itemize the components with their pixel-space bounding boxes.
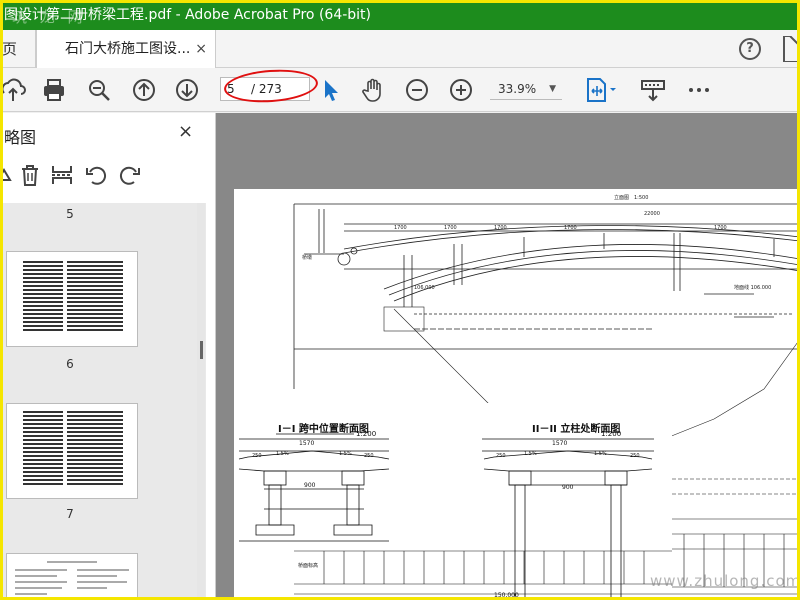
help-icon[interactable]: ? bbox=[739, 38, 761, 60]
svg-text:1700: 1700 bbox=[714, 225, 727, 231]
zoom-out-icon[interactable] bbox=[404, 77, 430, 103]
tab-previous[interactable]: 页 bbox=[0, 30, 36, 68]
rotate-left-icon[interactable] bbox=[84, 163, 108, 187]
svg-text:250: 250 bbox=[252, 453, 262, 459]
section-2-slope-right: 1.5% bbox=[594, 451, 607, 457]
section-2-slope-left: 1.5% bbox=[524, 451, 537, 457]
scroll-mode-icon[interactable] bbox=[640, 77, 666, 103]
thumbnail-page-8[interactable] bbox=[6, 553, 138, 600]
options-icon[interactable] bbox=[0, 163, 16, 187]
section-1-slope-left: 1.5% bbox=[276, 451, 289, 457]
delete-icon[interactable] bbox=[18, 163, 42, 187]
section-2-dim: 900 bbox=[562, 484, 574, 491]
svg-text:地面线 106.000: 地面线 106.000 bbox=[734, 284, 771, 291]
tab-close-icon[interactable]: × bbox=[195, 30, 207, 68]
zoom-in-icon[interactable] bbox=[448, 77, 474, 103]
elevation-scale: 1:500 bbox=[634, 195, 648, 201]
select-cursor-icon[interactable] bbox=[318, 77, 344, 103]
thumbnail-page-6[interactable] bbox=[6, 251, 138, 347]
svg-text:1700: 1700 bbox=[494, 225, 507, 231]
account-icon[interactable] bbox=[780, 36, 800, 62]
watermark-url: www.zhulong.com bbox=[650, 572, 800, 590]
svg-text:1700: 1700 bbox=[444, 225, 457, 231]
thumbnail-sidebar: 略图 × 5 6 7 bbox=[0, 113, 216, 600]
hand-icon[interactable] bbox=[360, 77, 386, 103]
section-2-width: 1570 bbox=[552, 440, 567, 447]
svg-text:106.000: 106.000 bbox=[414, 285, 435, 291]
upload-icon[interactable] bbox=[0, 77, 26, 103]
right-table bbox=[672, 478, 800, 588]
thumbnail-table-graphic bbox=[21, 258, 125, 338]
section-2-dim-right: 250 bbox=[630, 453, 640, 459]
tab-active-label: 石门大桥施工图设... bbox=[65, 41, 191, 57]
thumbnail-page-label: 6 bbox=[66, 357, 74, 371]
section-1-dim: 900 bbox=[304, 482, 316, 489]
thumbnail-scrollbar[interactable] bbox=[197, 203, 205, 600]
window-titlebar: 图设计第二册桥梁工程.pdf - Adobe Acrobat Pro (64-b… bbox=[0, 0, 800, 30]
fit-page-icon[interactable] bbox=[584, 77, 620, 103]
thumbnail-page-7[interactable] bbox=[6, 403, 138, 499]
zoom-level-dropdown[interactable]: 33.9% ▼ bbox=[490, 78, 562, 100]
tab-previous-label: 页 bbox=[2, 40, 18, 58]
search-zoom-icon[interactable] bbox=[86, 77, 112, 103]
svg-text:22000: 22000 bbox=[644, 211, 660, 217]
section-2-scale: 1:200 bbox=[601, 430, 621, 438]
elevation-labels: 立面图 1:500 22000 1700 1700 1700 1700 1700… bbox=[302, 194, 771, 291]
section-1-scale: 1:200 bbox=[356, 430, 376, 438]
toolbar bbox=[0, 68, 800, 112]
rotate-right-icon[interactable] bbox=[118, 163, 142, 187]
bridge-drawing: 立面图 1:500 22000 1700 1700 1700 1700 1700… bbox=[234, 194, 800, 600]
elevation-table-label: 桥面标高 bbox=[298, 562, 318, 569]
document-view: 立面图 1:500 22000 1700 1700 1700 1700 1700… bbox=[216, 113, 800, 600]
print-icon[interactable] bbox=[41, 77, 67, 103]
section-2-dim-left: 250 bbox=[496, 453, 506, 459]
thumbnail-page-label: 5 bbox=[66, 207, 74, 221]
next-page-icon[interactable] bbox=[174, 77, 200, 103]
sidebar-title: 略图 bbox=[4, 128, 37, 147]
svg-text:1700: 1700 bbox=[564, 225, 577, 231]
thumbnail-text-graphic bbox=[15, 561, 129, 595]
prev-page-icon[interactable] bbox=[131, 77, 157, 103]
tab-active-document[interactable]: 石门大桥施工图设... × bbox=[36, 30, 216, 69]
sidebar-close-icon[interactable]: × bbox=[178, 121, 193, 142]
section-1-width: 1570 bbox=[299, 440, 314, 447]
thumbnail-table-graphic bbox=[23, 411, 123, 485]
thumbnail-scrollbar-thumb[interactable] bbox=[200, 341, 203, 359]
thumbnail-page-label: 7 bbox=[66, 507, 74, 521]
more-icon[interactable] bbox=[686, 77, 712, 103]
thumbnail-list: 5 6 7 bbox=[0, 203, 206, 600]
svg-text:1700: 1700 bbox=[394, 225, 407, 231]
svg-text:250: 250 bbox=[364, 453, 374, 459]
watermark-logo: 筑 龙 网 bbox=[12, 8, 87, 26]
pdf-page: 立面图 1:500 22000 1700 1700 1700 1700 1700… bbox=[234, 189, 800, 600]
svg-text:桥墩: 桥墩 bbox=[302, 254, 312, 261]
main-dimension: 150,000 bbox=[494, 592, 519, 599]
chevron-down-icon: ▼ bbox=[549, 84, 556, 94]
elevation-title: 立面图 bbox=[614, 194, 629, 201]
section-1-slope-right: 1.5% bbox=[339, 451, 352, 457]
zoom-value: 33.9% bbox=[498, 82, 537, 96]
tab-bar: 页 石门大桥施工图设... × ? bbox=[0, 30, 800, 69]
insert-icon[interactable] bbox=[50, 163, 74, 187]
